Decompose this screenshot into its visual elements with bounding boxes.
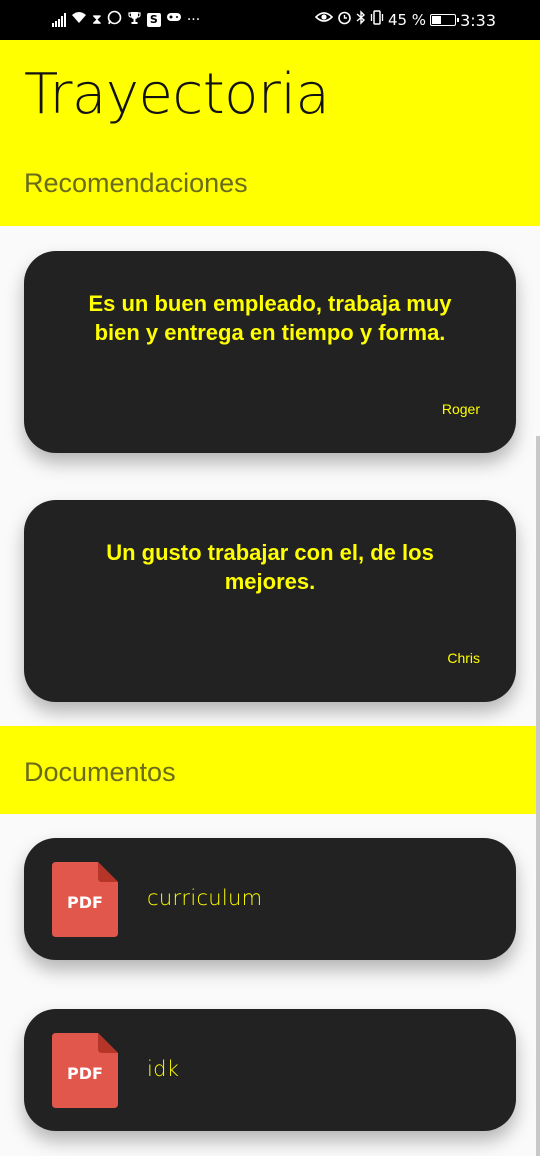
recommendation-card[interactable]: Un gusto trabajar con el, de los mejores… bbox=[24, 500, 516, 702]
game-icon bbox=[166, 10, 182, 30]
s-app-icon: S bbox=[146, 13, 161, 27]
document-card[interactable]: PDF idk bbox=[24, 1009, 516, 1131]
clock: 3:33 bbox=[460, 10, 496, 30]
hourglass-icon: ⧗ bbox=[92, 12, 102, 28]
document-name: idk bbox=[147, 1057, 180, 1081]
page-title: Trayectoria bbox=[24, 62, 330, 127]
documents-heading: Documentos bbox=[24, 757, 176, 787]
scrollbar[interactable] bbox=[536, 436, 540, 1156]
document-name: curriculum bbox=[147, 886, 263, 910]
recommendation-text: Un gusto trabajar con el, de los mejores… bbox=[106, 540, 434, 594]
pdf-file-icon: PDF bbox=[52, 862, 118, 937]
trophy-icon bbox=[127, 10, 142, 31]
vibrate-icon bbox=[370, 9, 384, 31]
battery-fill bbox=[432, 16, 442, 24]
recommendation-author: Chris bbox=[447, 650, 480, 666]
recommendation-card[interactable]: Es un buen empleado, trabaja muy bien y … bbox=[24, 251, 516, 453]
signal-icon bbox=[52, 13, 66, 27]
battery-percent: 45 % bbox=[387, 11, 427, 29]
status-right-icons: 45 % 3:33 bbox=[314, 9, 496, 31]
status-left-icons: ⧗ S ··· bbox=[52, 10, 200, 30]
recommendation-author: Roger bbox=[441, 401, 480, 417]
status-bar: ⧗ S ··· 45 % 3:33 bbox=[0, 0, 540, 40]
eye-icon bbox=[314, 10, 334, 30]
whatsapp-icon bbox=[107, 10, 122, 31]
header: Trayectoria Recomendaciones bbox=[0, 40, 540, 226]
pdf-label: PDF bbox=[67, 1064, 103, 1083]
recommendations-heading: Recomendaciones bbox=[24, 168, 248, 198]
documents-header: Documentos bbox=[0, 726, 540, 814]
pdf-label: PDF bbox=[67, 893, 103, 912]
pdf-file-icon: PDF bbox=[52, 1033, 118, 1108]
battery-icon bbox=[430, 14, 460, 26]
alarm-icon bbox=[337, 10, 352, 31]
document-card[interactable]: PDF curriculum bbox=[24, 838, 516, 960]
wifi-icon bbox=[71, 10, 87, 30]
bluetooth-icon bbox=[356, 9, 366, 31]
recommendation-text: Es un buen empleado, trabaja muy bien y … bbox=[88, 291, 452, 345]
more-icon: ··· bbox=[186, 12, 201, 28]
